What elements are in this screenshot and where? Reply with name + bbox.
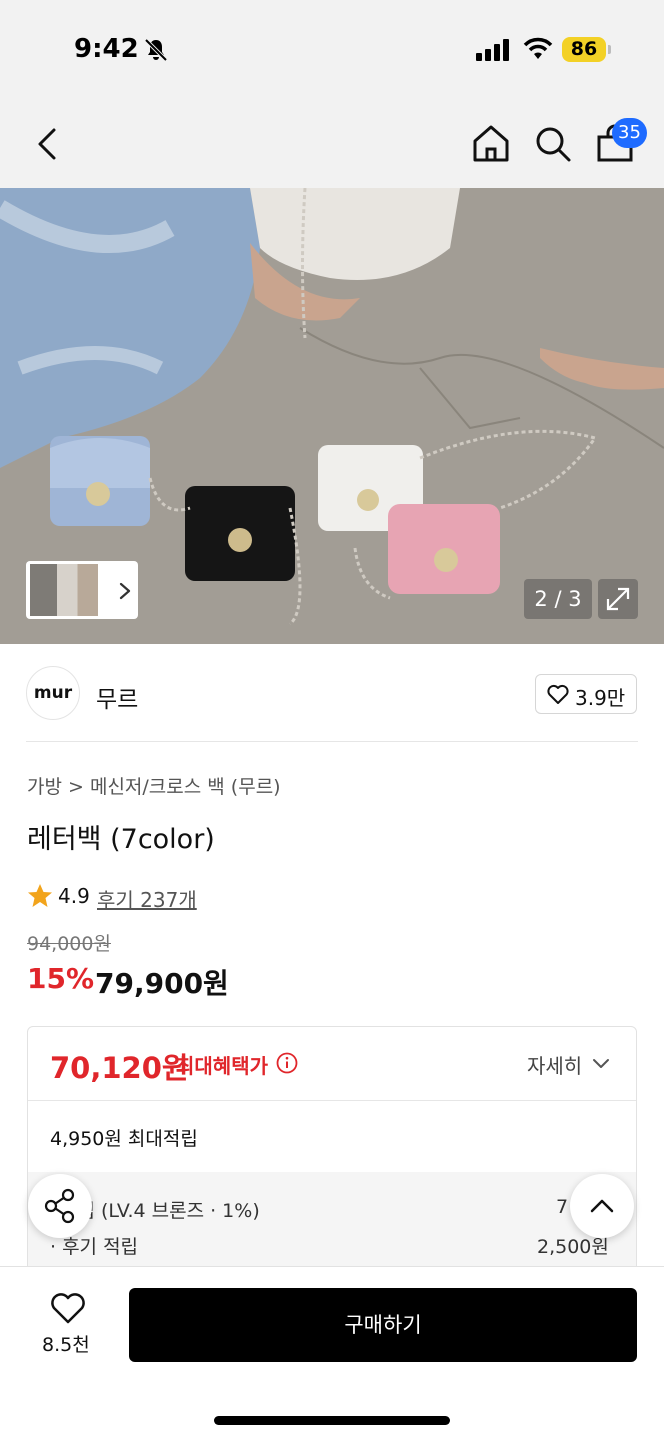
bell-slash-icon [144, 38, 168, 62]
review-link[interactable]: 후기 237개 [97, 884, 197, 913]
chevron-right-icon[interactable] [116, 578, 134, 604]
scroll-top-button[interactable] [570, 1174, 634, 1238]
search-icon[interactable] [532, 122, 574, 166]
share-icon [44, 1188, 75, 1224]
info-icon[interactable] [276, 1052, 298, 1074]
home-icon[interactable] [470, 122, 512, 166]
battery-nub [608, 45, 611, 54]
back-icon[interactable] [28, 122, 68, 166]
share-button[interactable] [28, 1174, 92, 1238]
discount-rate: 15% [27, 962, 95, 995]
max-benefit-price: 70,120원 [50, 1051, 189, 1085]
status-time: 9:42 [74, 34, 139, 64]
expand-icon[interactable] [598, 579, 638, 619]
divider [26, 741, 638, 742]
wifi-icon [523, 37, 553, 59]
thumbnail-image[interactable] [30, 564, 98, 616]
details-toggle[interactable]: 자세히 [527, 1050, 582, 1079]
wishlist-count: 8.5천 [42, 1334, 90, 1356]
chevron-down-icon[interactable] [592, 1058, 610, 1070]
original-price: 94,000원 [27, 933, 111, 955]
max-benefit-label: 최대혜택가 [176, 1054, 268, 1078]
nav-bar [0, 100, 664, 188]
home-indicator [214, 1416, 450, 1425]
signal-icon [476, 39, 509, 61]
wishlist-heart-icon[interactable] [48, 1290, 88, 1326]
brand-like-count: 3.9만 [575, 686, 626, 710]
product-title: 레터백 (7color) [27, 824, 215, 855]
sale-price: 79,900원 [95, 967, 229, 1000]
star-icon [28, 884, 52, 907]
breadcrumb[interactable]: 가방 > 메신저/크로스 백 (무르) [27, 772, 281, 799]
brand-name[interactable]: 무르 [96, 680, 138, 714]
buy-button[interactable]: 구매하기 [129, 1288, 637, 1362]
rating-value: 4.9 [58, 884, 90, 908]
max-points: 4,950원 최대적립 [50, 1128, 198, 1150]
points-row-value: 7 [556, 1196, 569, 1218]
status-bar: 9:42 86 [0, 0, 664, 100]
heart-icon [547, 684, 569, 704]
brand-logo[interactable]: mur [26, 666, 80, 720]
battery-icon: 86 [562, 37, 606, 62]
image-counter: 2 / 3 [524, 579, 592, 619]
box-divider [28, 1100, 636, 1101]
chevron-up-icon [590, 1199, 614, 1213]
cart-badge: 35 [612, 118, 647, 148]
